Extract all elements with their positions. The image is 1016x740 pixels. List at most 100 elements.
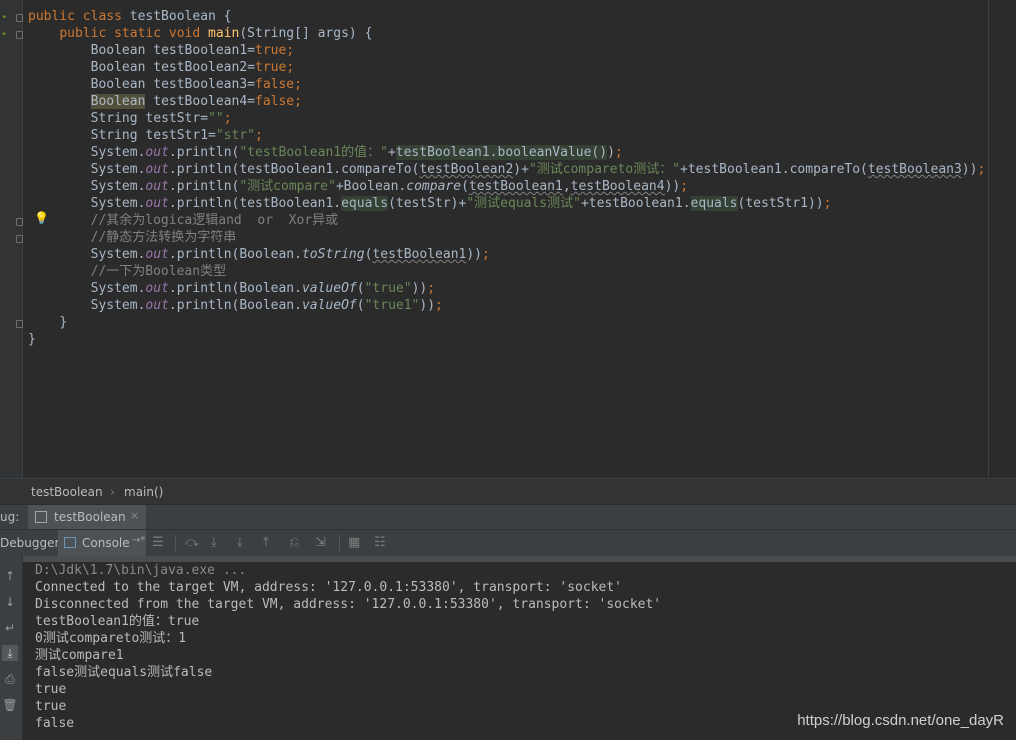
string-literal: "测试equals测试" bbox=[466, 196, 581, 211]
console-icon bbox=[64, 537, 76, 548]
code-line: Boolean testBoolean1=true; bbox=[90, 43, 295, 58]
code-text: } bbox=[28, 332, 36, 347]
console-line: false bbox=[35, 716, 75, 731]
code-text: Boolean testBoolean2= bbox=[90, 60, 255, 75]
scroll-to-end-icon[interactable]: ⤓ bbox=[2, 645, 18, 661]
code-text: ) bbox=[607, 145, 615, 160]
code-text: testBoolean4 bbox=[570, 179, 665, 194]
comment: //静态方法转换为字符串 bbox=[90, 230, 237, 245]
static-field: out bbox=[145, 162, 169, 177]
console-line: testBoolean1的值：true bbox=[35, 614, 200, 629]
trash-icon[interactable]: 🗑 bbox=[2, 697, 18, 713]
string-literal: "true" bbox=[364, 281, 412, 296]
code-line: //其余为logica逻辑and or Xor异或 bbox=[28, 212, 1016, 229]
class-name: testBoolean { bbox=[129, 9, 232, 24]
run-arrow-icon[interactable]: ▸ bbox=[2, 28, 7, 40]
fold-marker-icon[interactable] bbox=[16, 14, 23, 22]
code-text: System. bbox=[90, 196, 146, 211]
breadcrumb-class[interactable]: testBoolean bbox=[31, 485, 103, 499]
down-arrow-icon[interactable]: ↓ bbox=[2, 594, 18, 610]
menu-icon[interactable]: ☰ bbox=[152, 535, 164, 551]
toolbar-separator bbox=[175, 535, 176, 551]
evaluate-icon[interactable]: ▦ bbox=[348, 535, 360, 551]
soft-wrap-icon[interactable]: ↵ bbox=[2, 620, 18, 636]
code-text: System. bbox=[90, 162, 146, 177]
code-text: testBoolean4= bbox=[145, 94, 255, 109]
code-text: System. bbox=[90, 298, 146, 313]
code-text: )) bbox=[419, 298, 436, 313]
print-icon[interactable]: ⎙ bbox=[2, 671, 18, 687]
code-text: testBoolean1.booleanValue() bbox=[395, 145, 608, 160]
drop-frame-icon[interactable]: ⎌ bbox=[289, 535, 299, 551]
step-into-icon[interactable]: ⤓ bbox=[211, 535, 217, 551]
trace-icon[interactable]: ☷ bbox=[374, 535, 386, 551]
code-text: (testStr1)) bbox=[737, 196, 824, 211]
console-toolbar: Debugger Console →* ☰ ⤼ ⤓ ⤓ ⤒ ⎌ ⇲ ▦ ☷ bbox=[0, 529, 1016, 557]
code-text: valueOf bbox=[301, 281, 357, 296]
code-line: String testStr1="str"; bbox=[90, 128, 263, 143]
fold-marker-icon[interactable] bbox=[16, 31, 23, 39]
debug-tab-bar: ug: testBoolean × bbox=[0, 504, 1016, 530]
code-line: public class testBoolean { bbox=[28, 8, 1016, 25]
keyword: false bbox=[255, 94, 295, 109]
fold-marker-icon[interactable] bbox=[16, 320, 23, 328]
code-text: , bbox=[562, 179, 571, 194]
static-field: out bbox=[145, 247, 169, 262]
up-arrow-icon[interactable]: ↑ bbox=[2, 568, 18, 584]
fold-marker-icon[interactable] bbox=[16, 218, 23, 226]
console-line: 测试compare1 bbox=[35, 648, 124, 663]
keyword: public class bbox=[28, 9, 130, 24]
tab-label: Console bbox=[82, 536, 130, 550]
string-literal: "" bbox=[208, 111, 224, 126]
code-text: .println( bbox=[168, 179, 240, 194]
console-line: false测试equals测试false bbox=[35, 665, 213, 680]
breadcrumb-method[interactable]: main() bbox=[124, 485, 163, 499]
editor-gutter: ▸ ▸ bbox=[0, 0, 23, 478]
code-line: Boolean testBoolean2=true; bbox=[90, 60, 295, 75]
code-text: .println( bbox=[168, 145, 240, 160]
tab-label: testBoolean bbox=[54, 510, 126, 524]
code-text: .println(Boolean. bbox=[168, 298, 302, 313]
code-text: Boolean bbox=[90, 94, 146, 109]
tab-debugger[interactable]: Debugger bbox=[0, 536, 59, 550]
console-side-toolbar: ↑ ↓ ↵ ⤓ ⎙ 🗑 bbox=[0, 556, 23, 740]
string-literal: "true1" bbox=[364, 298, 420, 313]
console-line: Connected to the target VM, address: '12… bbox=[35, 580, 622, 595]
fold-marker-icon[interactable] bbox=[16, 235, 23, 243]
pin-icon[interactable]: →* bbox=[132, 535, 145, 546]
toolbar-separator bbox=[339, 535, 340, 551]
watermark-text: https://blog.csdn.net/one_dayR bbox=[797, 712, 1004, 729]
step-out-icon[interactable]: ⤒ bbox=[263, 535, 269, 551]
force-step-into-icon[interactable]: ⤓ bbox=[237, 535, 243, 551]
code-text: ( bbox=[356, 281, 365, 296]
static-field: out bbox=[145, 196, 169, 211]
code-area[interactable]: public class testBoolean { public static… bbox=[28, 8, 1016, 348]
run-to-cursor-icon[interactable]: ⇲ bbox=[315, 535, 326, 551]
tab-console[interactable]: Console →* bbox=[58, 530, 146, 557]
code-text: String testStr= bbox=[90, 111, 209, 126]
code-text: System. bbox=[90, 247, 146, 262]
code-editor[interactable]: ▸ ▸ 💡 public class testBoolean { public … bbox=[0, 0, 1016, 478]
code-text: )) bbox=[466, 247, 482, 262]
code-line: System.out.println(testBoolean1.equals(t… bbox=[90, 196, 832, 211]
code-text: } bbox=[59, 315, 68, 330]
code-line: System.out.println(testBoolean1.compareT… bbox=[90, 162, 986, 177]
code-text: testBoolean1 bbox=[468, 179, 563, 194]
code-text: String testStr1= bbox=[90, 128, 216, 143]
code-text: System. bbox=[90, 281, 146, 296]
tab-testboolean[interactable]: testBoolean × bbox=[28, 505, 146, 530]
code-line: String testStr=""; bbox=[90, 111, 232, 126]
debug-label: ug: bbox=[0, 510, 20, 524]
code-line: public static void main(String[] args) { bbox=[28, 25, 1016, 42]
close-icon[interactable]: × bbox=[130, 509, 139, 522]
step-over-icon[interactable]: ⤼ bbox=[185, 535, 199, 551]
code-text: +testBoolean1. bbox=[580, 196, 691, 211]
console-line: true bbox=[35, 682, 67, 697]
code-line: System.out.println("testBoolean1的值："+tes… bbox=[90, 145, 623, 160]
run-arrow-icon[interactable]: ▸ bbox=[2, 11, 7, 23]
code-text: (testStr)+ bbox=[388, 196, 467, 211]
run-config-icon bbox=[35, 511, 47, 523]
code-text: Boolean testBoolean3= bbox=[90, 77, 255, 92]
keyword: true bbox=[255, 43, 287, 58]
code-text: compare bbox=[406, 179, 462, 194]
